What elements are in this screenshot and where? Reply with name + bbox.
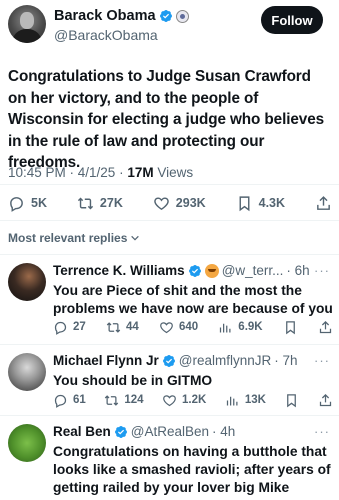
reply-author-name[interactable]: Real Ben (53, 424, 111, 439)
bookmark-button[interactable] (283, 320, 298, 335)
reply-icon (54, 321, 67, 335)
reply-author-handle[interactable]: @w_terr... (222, 263, 284, 278)
reply-header: Real Ben @AtRealBen · 4h (53, 424, 235, 439)
government-seal-icon (175, 9, 189, 23)
author-handle[interactable]: @BarackObama (54, 27, 158, 43)
replies-filter-label: Most relevant replies (8, 231, 128, 245)
reply-actions: 61 124 1.2K 13K (53, 391, 333, 409)
reply-count: 5K (31, 196, 47, 210)
more-options-icon[interactable]: ··· (314, 424, 330, 439)
repost-icon (77, 197, 94, 209)
bookmark-button[interactable]: 4.3K (236, 195, 285, 212)
reply-text: Congratulations on having a butthole tha… (53, 444, 331, 495)
like-button[interactable]: 640 (159, 320, 198, 335)
divider (0, 220, 339, 221)
tweet-actions: 5K 27K 293K 4.3K (8, 191, 332, 215)
views-count: 6.9K (238, 321, 263, 333)
verified-badge-icon (159, 10, 172, 22)
divider (0, 254, 339, 255)
avatar[interactable] (8, 5, 46, 43)
share-button[interactable] (318, 393, 333, 408)
reply-time[interactable]: · 4h (212, 424, 235, 439)
repost-button[interactable]: 27K (77, 195, 123, 212)
repost-button[interactable]: 124 (104, 393, 144, 408)
heart-icon (160, 321, 173, 333)
reply-author-handle[interactable]: @realmflynnJR (179, 353, 271, 368)
share-icon (319, 320, 332, 333)
tweet-text: Congratulations to Judge Susan Crawford … (8, 68, 325, 171)
reply-actions: 27 44 640 6.9K (53, 318, 333, 336)
reply-button[interactable]: 61 (53, 393, 86, 408)
repost-count: 44 (125, 321, 139, 333)
reply-header: Terrence K. Williams @w_terr... · 6h (53, 263, 310, 278)
reply-time[interactable]: · 7h (274, 353, 297, 368)
share-icon (319, 393, 332, 406)
repost-icon (105, 394, 119, 406)
more-options-icon[interactable]: ··· (314, 263, 330, 278)
like-button[interactable]: 1.2K (162, 393, 206, 408)
share-icon (317, 195, 330, 210)
reply-text: You are Piece of shit and the most the p… (53, 283, 333, 316)
chevron-down-icon (131, 235, 140, 241)
avatar-face (20, 12, 34, 29)
views-label: Views (153, 165, 194, 180)
views-bar-icon (220, 323, 231, 332)
divider (0, 415, 339, 416)
follow-button[interactable]: Follow (261, 6, 323, 34)
reply-author-name[interactable]: Terrence K. Williams (53, 263, 185, 278)
like-count: 1.2K (182, 394, 207, 406)
bookmark-count: 4.3K (258, 196, 286, 210)
like-count: 640 (178, 321, 199, 333)
avatar[interactable] (8, 263, 46, 301)
avatar[interactable] (8, 353, 46, 391)
repost-count: 124 (124, 394, 144, 406)
heart-icon (154, 196, 169, 210)
reply-author-handle[interactable]: @AtRealBen (131, 424, 209, 439)
bookmark-icon (287, 393, 297, 407)
like-button[interactable]: 293K (153, 195, 206, 212)
reply-text: You should be in GITMO (53, 373, 213, 388)
verified-badge-icon (114, 425, 127, 438)
views-bar-icon (226, 396, 238, 405)
verified-badge-icon (162, 354, 175, 367)
reply-icon (54, 394, 67, 408)
author-name[interactable]: Barack Obama (54, 8, 156, 24)
views-button[interactable]: 6.9K (218, 320, 263, 335)
reply-count: 61 (73, 394, 86, 406)
replies-filter-dropdown[interactable]: Most relevant replies (8, 231, 140, 245)
reply-button[interactable]: 27 (53, 320, 86, 335)
heart-icon (163, 394, 176, 406)
tweet-time[interactable]: 10:45 PM · 4/1/25 · (8, 165, 127, 180)
views-count: 13K (244, 394, 266, 406)
bookmark-button[interactable] (284, 393, 299, 408)
author-name-row: Barack Obama (54, 8, 189, 24)
more-options-icon[interactable]: ··· (314, 353, 330, 368)
repost-button[interactable]: 44 (106, 320, 139, 335)
repost-icon (106, 321, 121, 333)
bookmark-icon (285, 320, 295, 334)
views-button[interactable]: 13K (225, 393, 266, 408)
views-count: 17M (127, 165, 154, 180)
reply-count: 27 (73, 321, 86, 333)
avatar-shoulders (12, 29, 42, 43)
divider (0, 344, 339, 345)
divider (0, 184, 339, 185)
reply-time[interactable]: · 6h (286, 263, 309, 278)
reply-button[interactable]: 5K (8, 195, 47, 212)
verified-badge-icon (188, 264, 201, 277)
emoji-icon (204, 263, 219, 278)
avatar[interactable] (8, 424, 46, 462)
share-button[interactable] (318, 320, 333, 335)
tweet-header: Barack Obama @BarackObama Follow (8, 5, 331, 45)
bookmark-icon (239, 195, 250, 211)
repost-count: 27K (99, 196, 123, 210)
tweet-meta: 10:45 PM · 4/1/25 · 17M Views (8, 165, 193, 180)
like-count: 293K (175, 196, 206, 210)
reply-author-name[interactable]: Michael Flynn Jr (53, 353, 159, 368)
share-button[interactable] (315, 195, 332, 212)
reply-icon (10, 196, 23, 212)
reply-header: Michael Flynn Jr @realmflynnJR · 7h (53, 353, 298, 368)
